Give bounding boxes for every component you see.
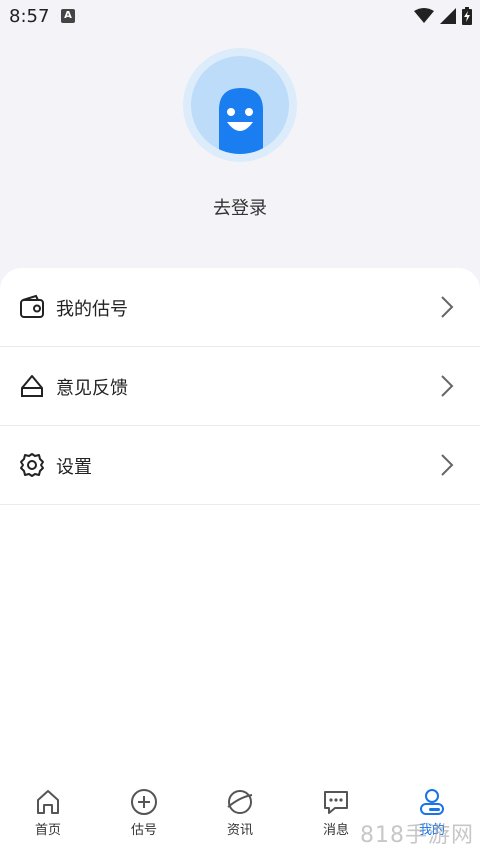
tab-label: 首页 [34,823,61,838]
wallet-icon [20,294,44,318]
home-icon [37,790,59,814]
chevron-right-icon [441,375,454,397]
gear-icon [20,453,44,477]
login-link[interactable]: 去登录 [0,194,480,220]
feedback-icon [21,375,43,397]
status-time: 8:57 [9,6,50,27]
menu-card: 我的估号 意见反馈 设置 [0,268,480,828]
status-icons [414,7,472,25]
menu-item-my-valuations[interactable]: 我的估号 [0,268,480,347]
menu-item-label: 我的估号 [56,299,128,320]
tab-home[interactable]: 首页 [0,787,96,847]
avatar[interactable] [183,48,297,162]
tab-news[interactable]: 资讯 [192,787,288,847]
signal-icon [440,8,456,24]
chat-icon [324,791,348,814]
menu-item-settings[interactable]: 设置 [0,426,480,505]
menu-item-label: 设置 [56,457,92,478]
menu-item-feedback[interactable]: 意见反馈 [0,347,480,426]
user-icon [420,789,444,815]
status-bar: 8:57 A [0,0,480,32]
tab-label: 资讯 [226,823,253,838]
planet-icon [227,790,253,814]
chevron-right-icon [441,454,454,476]
watermark: 818手游网 [360,823,474,848]
avatar-image [191,56,289,154]
tab-valuation[interactable]: 估号 [96,787,192,847]
plus-circle-icon [131,789,157,815]
battery-icon [462,7,472,25]
smiley-ghost-icon [219,88,263,154]
menu-item-label: 意见反馈 [56,378,128,399]
tab-label: 估号 [130,823,157,838]
wifi-icon [414,8,434,23]
chevron-right-icon [441,296,454,318]
keyboard-badge-icon: A [61,9,75,23]
